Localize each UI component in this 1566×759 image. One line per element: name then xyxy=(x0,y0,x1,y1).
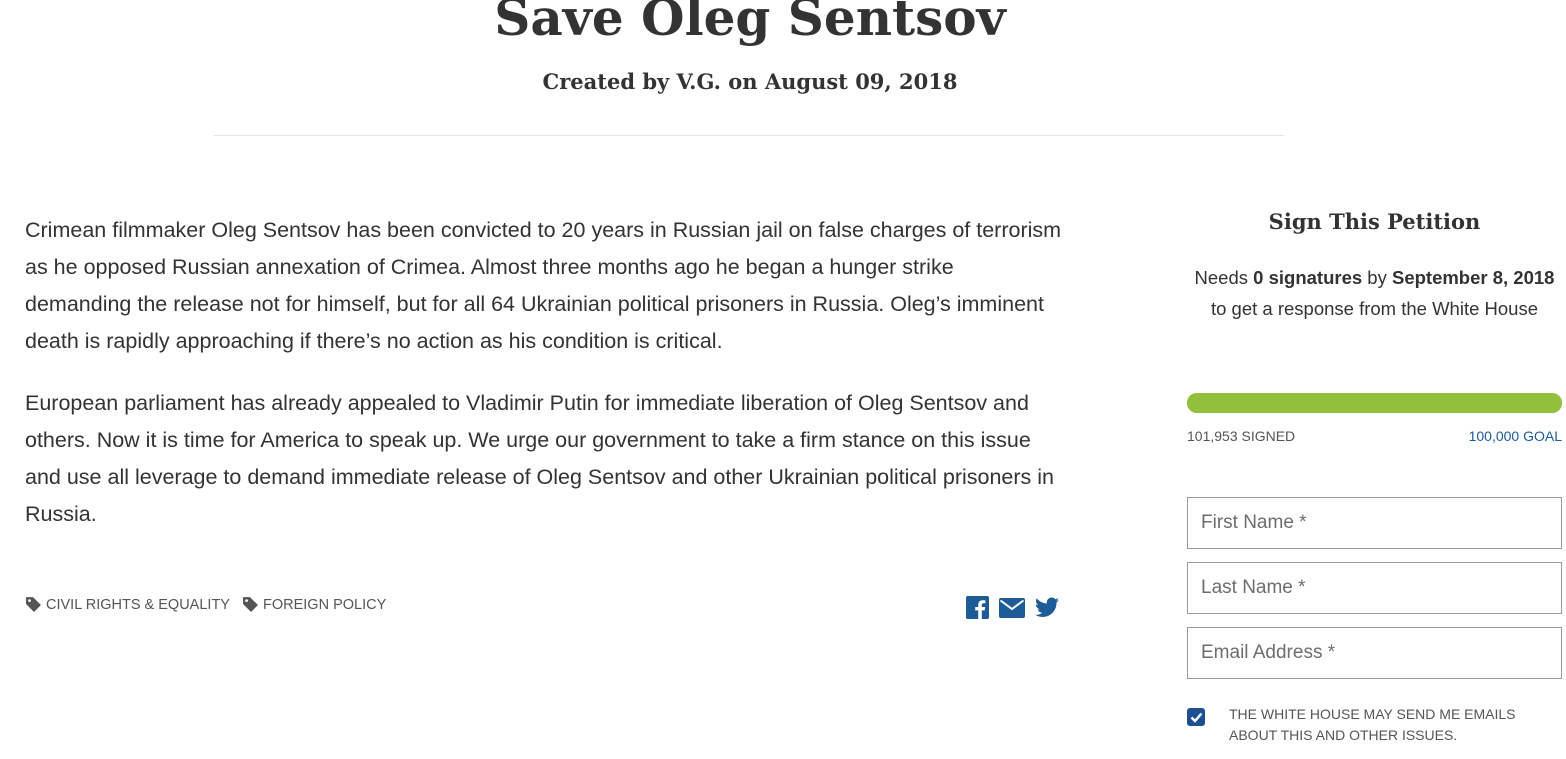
first-name-field-wrapper xyxy=(1187,497,1562,549)
needs-by: by xyxy=(1362,267,1392,288)
tag-civil-rights[interactable]: CIVIL RIGHTS & EQUALITY xyxy=(25,596,230,613)
signature-counts: 101,953 SIGNED 100,000 GOAL xyxy=(1187,428,1562,444)
goal-count: 100,000 GOAL xyxy=(1468,428,1562,444)
signatures-needed-text: Needs 0 signatures by September 8, 2018 … xyxy=(1187,262,1562,324)
petition-paragraph: Crimean filmmaker Oleg Sentsov has been … xyxy=(25,218,1062,353)
progress-fill xyxy=(1187,393,1562,413)
tag-label: FOREIGN POLICY xyxy=(262,596,387,613)
needs-prefix: Needs xyxy=(1194,267,1254,288)
email-icon[interactable] xyxy=(999,597,1025,624)
last-name-input[interactable] xyxy=(1188,563,1561,613)
tag-foreign-policy[interactable]: FOREIGN POLICY xyxy=(242,596,386,613)
tag-icon xyxy=(243,597,258,612)
petition-paragraph: European parliament has already appealed… xyxy=(25,391,1054,526)
signed-count: 101,953 SIGNED xyxy=(1187,428,1296,444)
needs-count: 0 signatures xyxy=(1253,267,1363,288)
sign-petition-heading: Sign This Petition xyxy=(1268,209,1481,234)
email-consent-label: THE WHITE HOUSE MAY SEND ME EMAILS ABOUT… xyxy=(1229,706,1516,743)
header-divider xyxy=(214,135,1284,136)
email-consent: THE WHITE HOUSE MAY SEND ME EMAILS ABOUT… xyxy=(1187,704,1562,746)
tag-label: CIVIL RIGHTS & EQUALITY xyxy=(46,596,230,613)
tag-icon xyxy=(26,597,41,612)
email-input[interactable] xyxy=(1188,628,1561,678)
issue-tags: CIVIL RIGHTS & EQUALITY FOREIGN POLICY xyxy=(25,596,398,613)
facebook-icon[interactable] xyxy=(966,596,989,624)
share-buttons xyxy=(966,596,1069,624)
twitter-icon[interactable] xyxy=(1035,597,1059,623)
sign-petition-panel: Sign This Petition Needs 0 signatures by… xyxy=(1187,206,1562,743)
needs-suffix: to get a response from the White House xyxy=(1210,298,1538,319)
petition-body: Crimean filmmaker Oleg Sentsov has been … xyxy=(25,212,1065,558)
email-consent-checkbox[interactable] xyxy=(1187,708,1205,726)
email-field-wrapper xyxy=(1187,627,1562,679)
petition-byline: Created by V.G. on August 09, 2018 xyxy=(542,69,958,94)
page-title: Save Oleg Sentsov xyxy=(494,0,1006,47)
first-name-input[interactable] xyxy=(1188,498,1561,548)
last-name-field-wrapper xyxy=(1187,562,1562,614)
petition-page: Save Oleg Sentsov Created by V.G. on Aug… xyxy=(0,0,1566,759)
needs-date: September 8, 2018 xyxy=(1391,267,1555,288)
signature-progress-bar xyxy=(1187,393,1562,413)
checkmark-icon xyxy=(1190,712,1202,723)
